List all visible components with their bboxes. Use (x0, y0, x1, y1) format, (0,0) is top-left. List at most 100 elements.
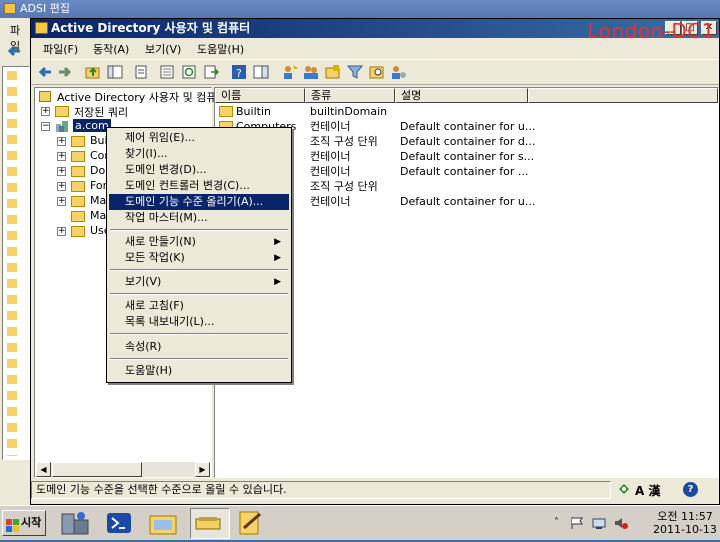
folder-icon (71, 196, 85, 207)
ime-mode-indicator[interactable]: A 漢 (635, 482, 660, 499)
filter-icon[interactable] (346, 64, 364, 80)
context-menu: 제어 위임(E)... 찾기(I)... 도메인 변경(D)... 도메인 컨트… (106, 127, 292, 383)
clock[interactable]: 오전 11:57 2011-10-13 (653, 510, 717, 536)
menu-separator (110, 269, 288, 271)
aduc-task-button[interactable] (190, 508, 230, 539)
folder-icon (55, 106, 69, 117)
row-type: 컨테이너 (310, 120, 351, 133)
row-desc: Default container for u... (400, 195, 536, 208)
ctx-view-label: 보기(V) (125, 275, 162, 288)
add-to-group-icon[interactable] (391, 64, 407, 80)
row-desc: Default container for s... (400, 150, 535, 163)
row-type: 조직 구성 단위 (310, 135, 378, 148)
folder-icon (71, 136, 85, 147)
language-bar-icon[interactable] (617, 482, 631, 496)
domain-icon (55, 120, 69, 133)
column-header-type[interactable]: 종류 (305, 88, 395, 103)
tree-saved-queries[interactable]: + 저장된 쿼리 (39, 104, 209, 119)
ctx-find[interactable]: 찾기(I)... (109, 146, 289, 162)
column-header-name[interactable]: 이름 (215, 88, 305, 103)
powershell-icon[interactable] (102, 508, 142, 539)
menu-separator (110, 358, 288, 360)
copy-icon[interactable] (133, 64, 149, 80)
scroll-left-icon[interactable]: ◀ (36, 462, 51, 477)
expand-icon[interactable]: + (57, 182, 66, 191)
row-type: builtinDomain (310, 105, 388, 118)
show-tree-icon[interactable] (107, 64, 123, 80)
ctx-all-tasks[interactable]: 모든 작업(K) ▶ (109, 250, 289, 266)
list-row[interactable]: Builtin builtinDomain (215, 104, 715, 119)
adsi-edit-title: ADSI 편집 (20, 2, 70, 15)
windows-logo-icon (6, 517, 19, 532)
expand-icon[interactable]: + (57, 167, 66, 176)
ctx-change-dc[interactable]: 도메인 컨트롤러 변경(C)... (109, 178, 289, 194)
action-pane-icon[interactable] (253, 64, 269, 80)
new-user-icon[interactable] (281, 64, 297, 80)
aduc-title: Active Directory 사용자 및 컴퓨터 (51, 21, 251, 35)
expand-icon[interactable]: + (57, 152, 66, 161)
adsi-tree-pane[interactable] (2, 66, 30, 460)
tree-root-label: Active Directory 사용자 및 컴퓨터 (57, 91, 227, 104)
tree-child-label: Bui (90, 134, 108, 147)
export-list-icon[interactable] (203, 64, 220, 80)
properties-icon[interactable] (159, 64, 175, 80)
menu-action[interactable]: 동작(A) (93, 41, 129, 57)
expand-icon[interactable]: + (41, 107, 50, 116)
expand-icon[interactable]: + (57, 227, 66, 236)
adsi-edit-titlebar[interactable]: ADSI 편집 (0, 0, 720, 18)
server-manager-icon[interactable] (58, 508, 98, 539)
volume-muted-icon[interactable] (614, 516, 628, 530)
row-type: 컨테이너 (310, 150, 351, 163)
back-arrow-icon[interactable] (6, 44, 22, 58)
action-center-flag-icon[interactable] (570, 516, 584, 530)
ctx-raise-functional-level[interactable]: 도메인 기능 수준 올리기(A)... (109, 194, 289, 210)
menu-separator (110, 333, 288, 335)
ctx-delegate-control[interactable]: 제어 위임(E)... (109, 130, 289, 146)
explorer-icon[interactable] (146, 508, 186, 539)
menu-separator (110, 229, 288, 231)
aduc-app-icon (35, 22, 48, 34)
toolbar: ? (31, 59, 719, 85)
ctx-operations-masters[interactable]: 작업 마스터(M)... (109, 210, 289, 226)
menu-bar: 파일(F) 동작(A) 보기(V) 도움말(H) (31, 38, 719, 59)
refresh-icon[interactable] (181, 64, 197, 80)
expand-icon[interactable]: + (57, 137, 66, 146)
menu-separator (110, 293, 288, 295)
ctx-view[interactable]: 보기(V) ▶ (109, 274, 289, 290)
up-folder-icon[interactable] (85, 64, 101, 80)
tree-horizontal-scrollbar[interactable]: ◀ ▶ (36, 462, 210, 477)
ctx-new[interactable]: 새로 만들기(N) ▶ (109, 234, 289, 250)
ctx-help[interactable]: 도움말(H) (109, 363, 289, 379)
new-group-icon[interactable] (303, 64, 319, 80)
network-icon[interactable] (592, 516, 606, 530)
adsi-edit-task-button[interactable] (234, 508, 274, 539)
menu-help[interactable]: 도움말(H) (197, 41, 244, 57)
menu-view[interactable]: 보기(V) (145, 41, 181, 57)
adsi-tree-folder-icons (7, 71, 17, 456)
folder-icon (71, 211, 85, 222)
find-icon[interactable] (369, 64, 385, 80)
back-icon[interactable] (37, 64, 53, 80)
help-icon[interactable]: ? (231, 64, 247, 80)
ime-help-icon[interactable]: ? (683, 482, 698, 497)
system-tray: ˄ 오전 11:57 2011-10-13 (548, 508, 718, 538)
collapse-icon[interactable]: − (41, 122, 50, 131)
ctx-export-list[interactable]: 목록 내보내기(L)... (109, 314, 289, 330)
ctx-change-domain[interactable]: 도메인 변경(D)... (109, 162, 289, 178)
expand-icon[interactable]: + (57, 197, 66, 206)
tree-saved-queries-label: 저장된 쿼리 (74, 106, 129, 119)
ctx-refresh[interactable]: 새로 고침(F) (109, 298, 289, 314)
menu-file[interactable]: 파일(F) (43, 41, 78, 57)
ctx-properties[interactable]: 속성(R) (109, 339, 289, 355)
scroll-thumb[interactable] (52, 462, 142, 477)
svg-text:?: ? (236, 67, 242, 80)
aduc-root-icon (39, 91, 51, 102)
start-button[interactable]: 시작 (2, 510, 46, 536)
forward-icon[interactable] (57, 64, 73, 80)
show-hidden-icons-icon[interactable]: ˄ (554, 517, 559, 528)
new-ou-icon[interactable] (325, 64, 341, 80)
folder-icon (71, 226, 85, 237)
column-header-description[interactable]: 설명 (395, 88, 528, 103)
ctx-all-tasks-label: 모든 작업(K) (125, 251, 185, 264)
scroll-right-icon[interactable]: ▶ (195, 462, 210, 477)
